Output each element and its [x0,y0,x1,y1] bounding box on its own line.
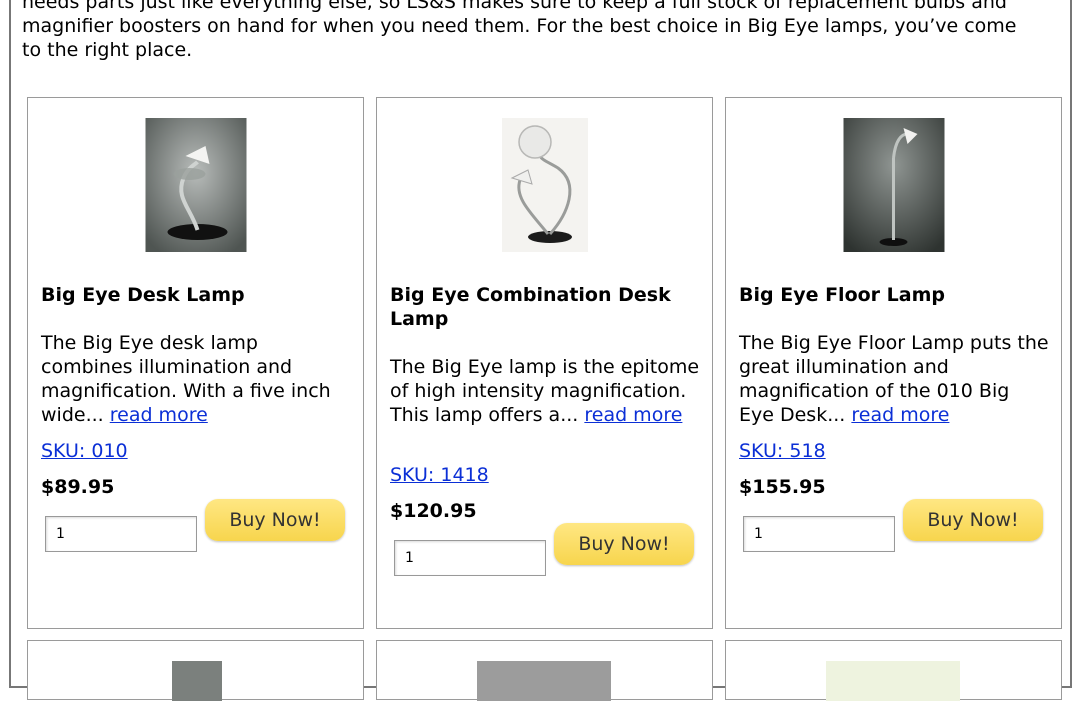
desk-lamp-photo [145,118,246,252]
product-card [27,640,364,701]
intro-text: needs parts just like everything else, s… [22,0,1062,62]
quantity-input[interactable] [394,540,546,576]
intro-line: magnifier boosters on hand for when you … [22,15,1017,37]
product-image[interactable] [501,118,588,252]
product-image[interactable] [172,661,222,701]
page-frame: needs parts just like everything else, s… [9,0,1072,701]
product-image[interactable] [826,661,960,701]
sku-link[interactable]: SKU: 1418 [390,464,489,486]
read-more-link[interactable]: read more [851,404,949,426]
product-image[interactable] [843,118,944,252]
sku-link[interactable]: SKU: 518 [739,440,826,462]
product-image[interactable] [145,118,246,252]
product-name[interactable]: Big Eye Desk Lamp [41,283,351,307]
quantity-input[interactable] [743,516,895,552]
read-more-link[interactable]: read more [584,404,682,426]
buy-now-button[interactable]: Buy Now! [903,499,1043,541]
product-card [725,640,1062,701]
product-card: Big Eye Combination Desk Lamp The Big Ey… [376,97,713,629]
intro-line: needs parts just like everything else, s… [22,0,1007,13]
product-card [376,640,713,701]
product-card: Big Eye Desk Lamp The Big Eye desk lamp … [27,97,364,629]
buy-now-button[interactable]: Buy Now! [554,523,694,565]
product-price: $89.95 [41,476,115,498]
product-description: The Big Eye Floor Lamp puts the great il… [739,331,1049,427]
product-description: The Big Eye desk lamp combines illuminat… [41,331,351,427]
product-image[interactable] [477,661,611,701]
combination-lamp-photo [501,118,588,252]
intro-line: to the right place. [22,39,193,61]
read-more-link[interactable]: read more [110,404,208,426]
product-name[interactable]: Big Eye Floor Lamp [739,283,1049,307]
product-price: $155.95 [739,476,826,498]
quantity-input[interactable] [45,516,197,552]
product-description: The Big Eye lamp is the epitome of high … [390,355,700,427]
buy-now-button[interactable]: Buy Now! [205,499,345,541]
floor-lamp-photo [843,118,944,252]
product-price: $120.95 [390,500,477,522]
product-card: Big Eye Floor Lamp The Big Eye Floor Lam… [725,97,1062,629]
sku-link[interactable]: SKU: 010 [41,440,128,462]
product-name[interactable]: Big Eye Combination Desk Lamp [390,283,700,331]
